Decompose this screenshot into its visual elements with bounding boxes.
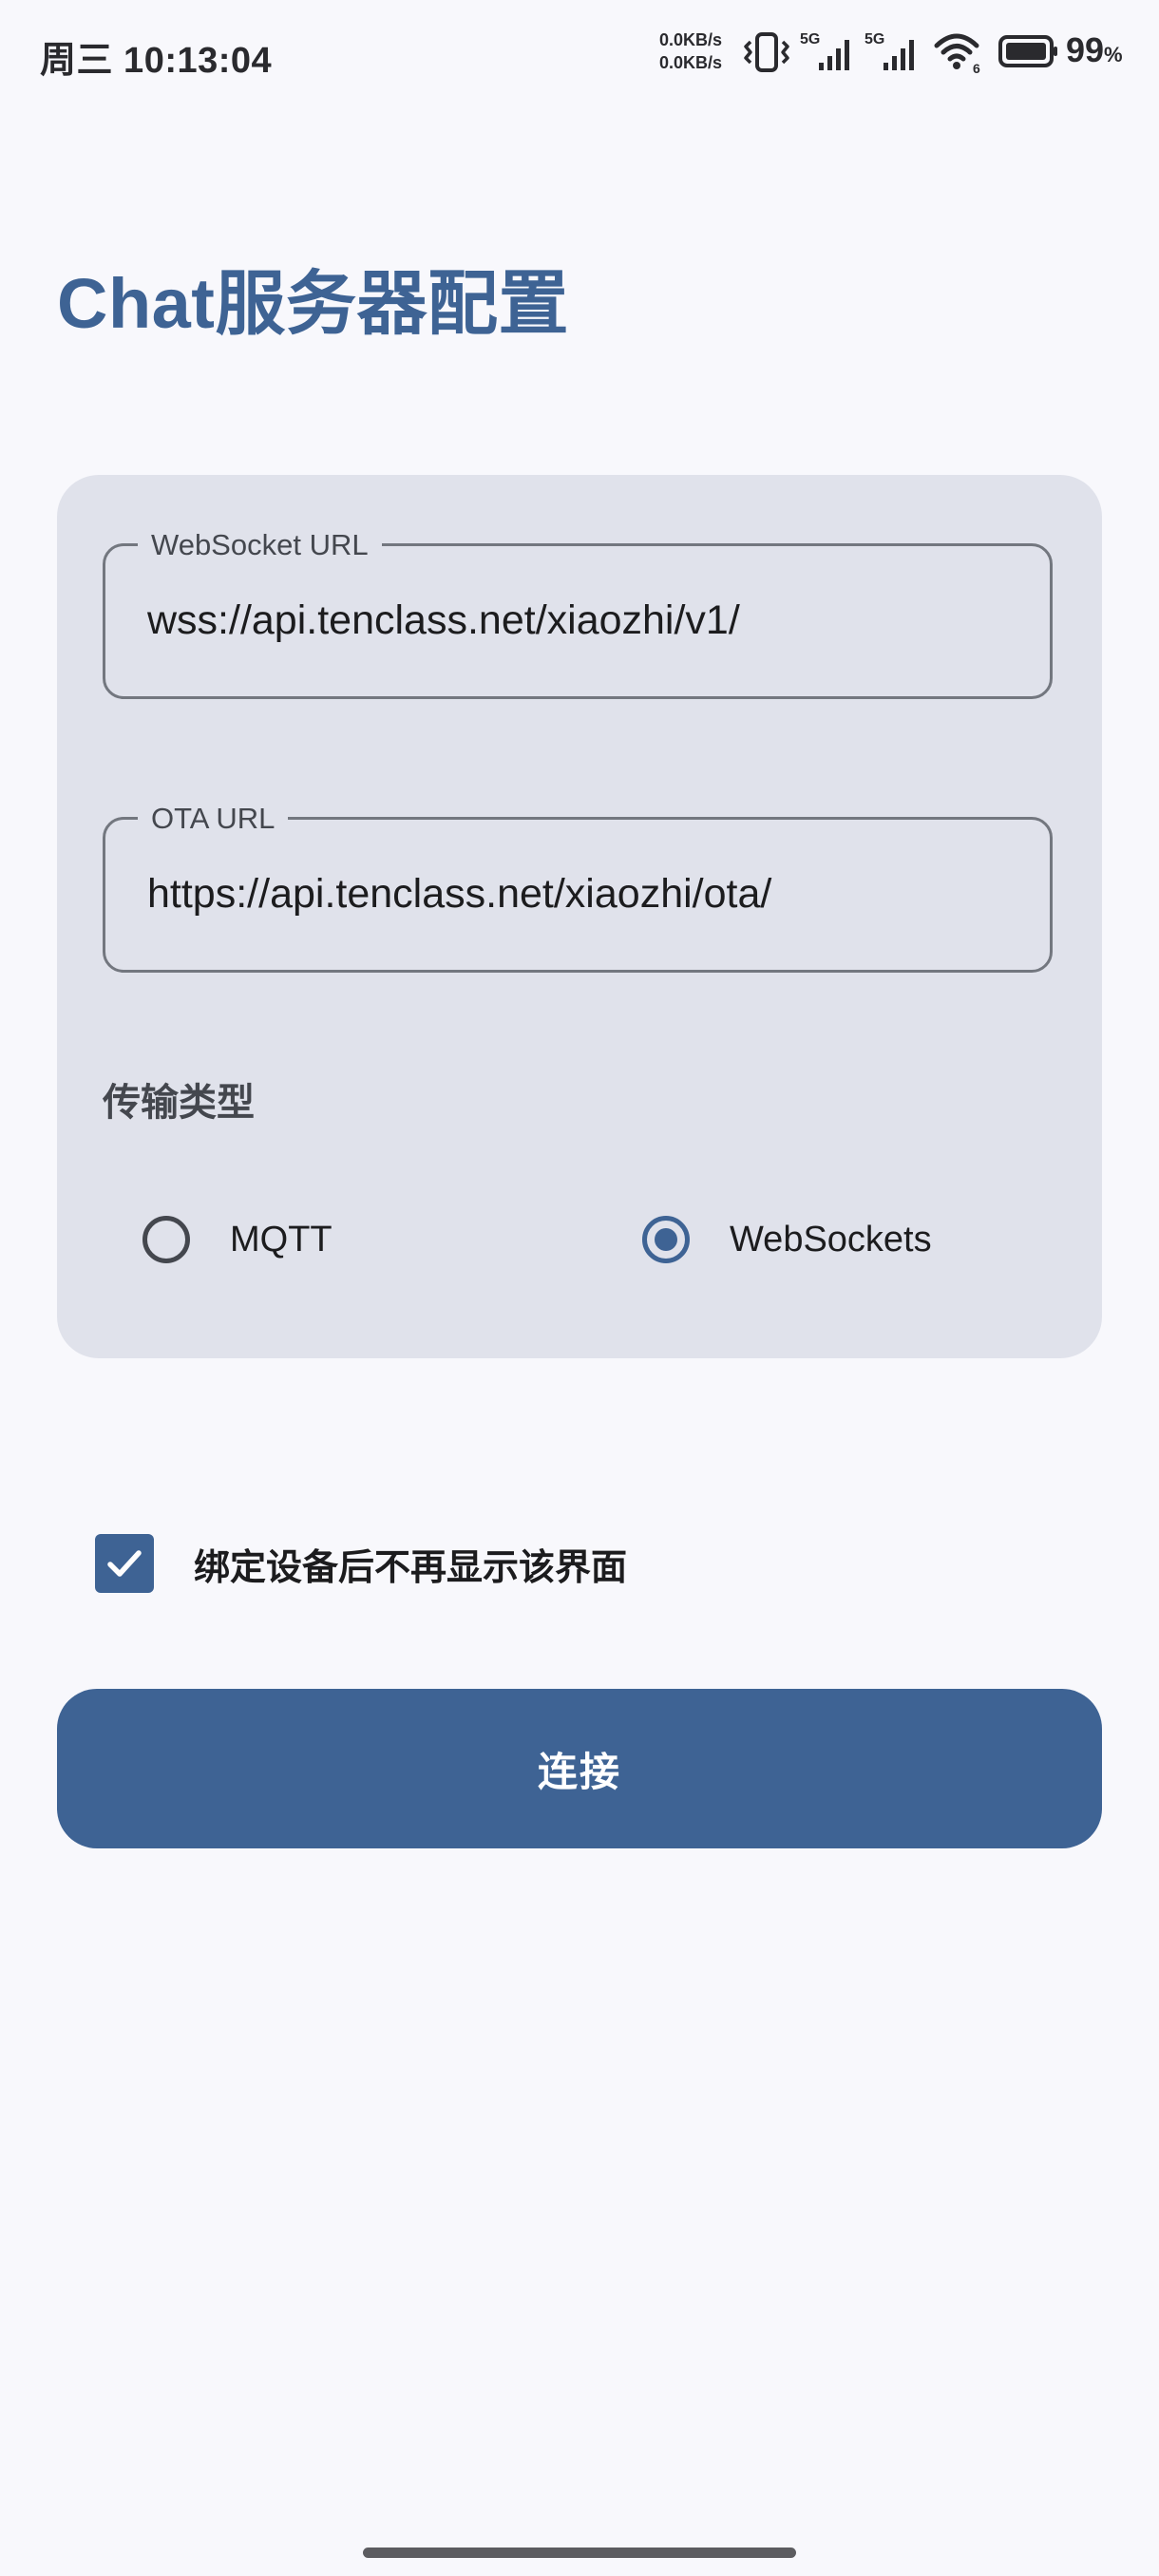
server-config-card: WebSocket URL wss://api.tenclass.net/xia…	[57, 475, 1102, 1358]
radio-option-mqtt[interactable]: MQTT	[142, 1206, 332, 1273]
radio-button-mqtt[interactable]	[142, 1216, 190, 1263]
status-time: 周三 10:13:04	[40, 41, 273, 81]
wifi-icon: 6	[934, 33, 980, 76]
ota-url-input[interactable]: https://api.tenclass.net/xiaozhi/ota/	[147, 871, 771, 918]
signal-5g-icon: 5G	[864, 31, 914, 70]
hide-after-bind-option[interactable]: 绑定设备后不再显示该界面	[95, 1533, 627, 1594]
hide-after-bind-label: 绑定设备后不再显示该界面	[194, 1547, 628, 1588]
connect-button[interactable]: 连接	[57, 1689, 1102, 1848]
page-title: Chat服务器配置	[57, 264, 569, 343]
ota-url-field[interactable]: OTA URL https://api.tenclass.net/xiaozhi…	[103, 803, 1053, 973]
radio-label-websockets: WebSockets	[730, 1219, 932, 1260]
ota-url-label: OTA URL	[138, 803, 289, 835]
battery-percent: 99%	[1066, 30, 1123, 69]
net-speed-down: 0.0KB/s	[659, 53, 723, 72]
signal-5g-icon: 5G	[800, 31, 849, 70]
websocket-url-field[interactable]: WebSocket URL wss://api.tenclass.net/xia…	[103, 529, 1053, 699]
status-bar: 周三 10:13:04 0.0KB/s 0.0KB/s 5G 5G 6 99%	[0, 0, 1159, 104]
net-speed-up: 0.0KB/s	[659, 30, 723, 49]
radio-button-websockets[interactable]	[642, 1216, 690, 1263]
sim2-label: 5G	[864, 31, 884, 47]
checkmark-icon	[107, 1550, 142, 1577]
sim1-label: 5G	[800, 31, 820, 47]
home-indicator[interactable]	[363, 2548, 796, 2558]
websocket-url-input[interactable]: wss://api.tenclass.net/xiaozhi/v1/	[147, 597, 740, 644]
network-speed: 0.0KB/s 0.0KB/s	[659, 28, 722, 74]
websocket-url-label: WebSocket URL	[138, 529, 382, 561]
hide-after-bind-checkbox[interactable]	[95, 1534, 154, 1593]
battery-icon	[998, 35, 1057, 67]
wifi-label: 6	[973, 61, 980, 76]
radio-label-mqtt: MQTT	[230, 1219, 332, 1260]
transport-type-label: 传输类型	[103, 1082, 255, 1124]
vibrate-icon	[744, 32, 789, 72]
radio-option-websockets[interactable]: WebSockets	[642, 1206, 932, 1273]
